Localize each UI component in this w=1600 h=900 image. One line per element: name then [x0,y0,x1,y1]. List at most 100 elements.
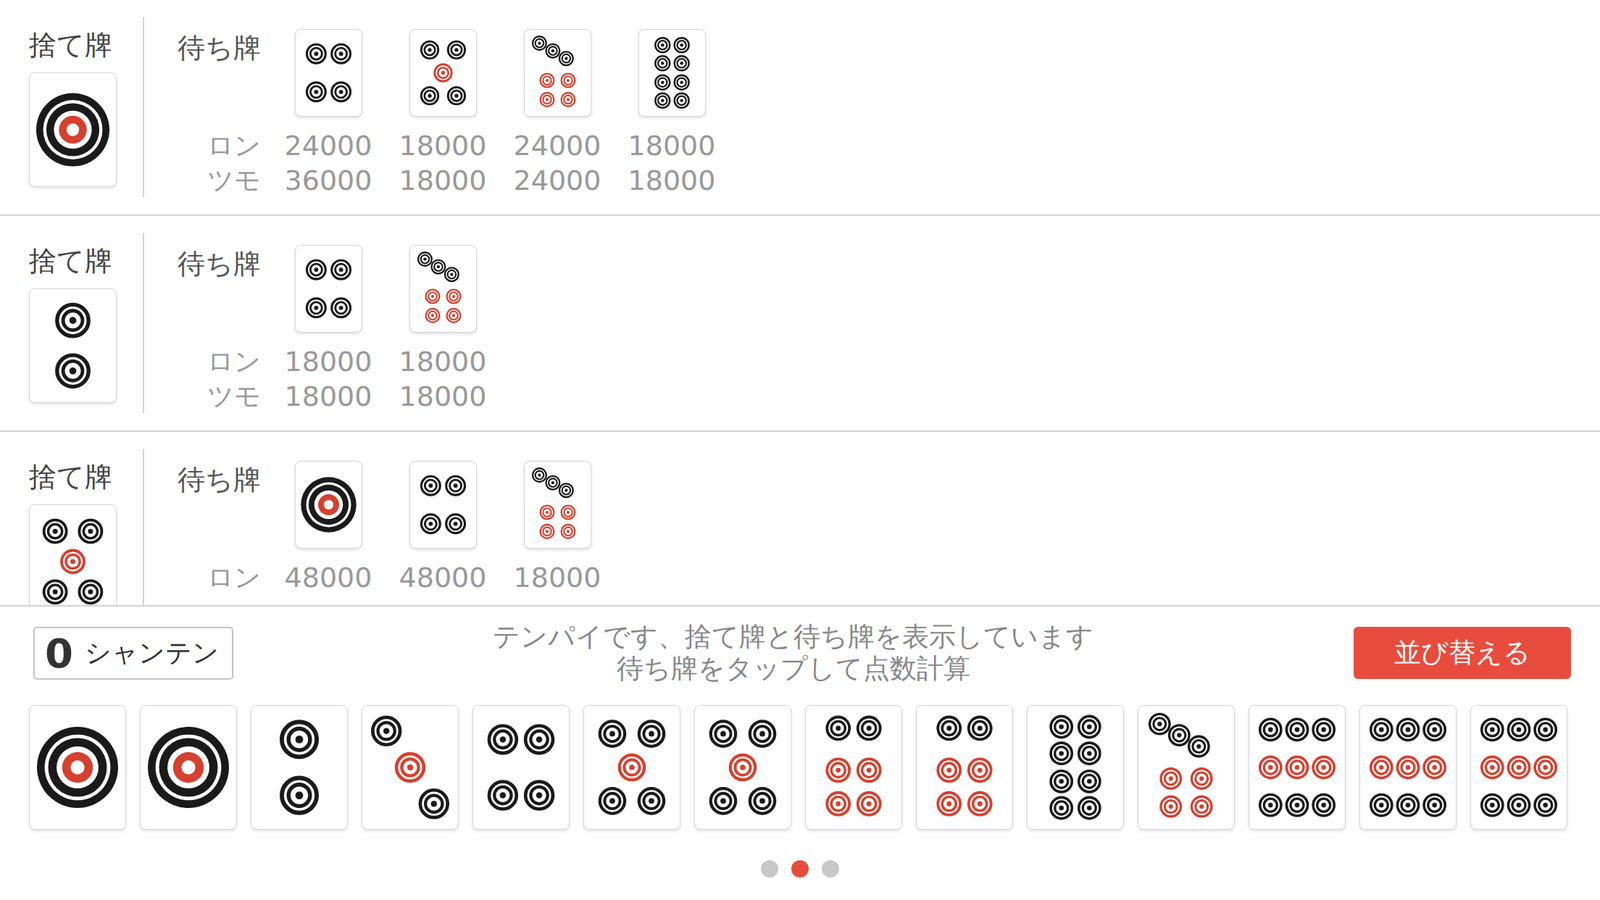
wait-tile[interactable] [409,28,477,117]
pin-tile-icon [585,707,679,828]
ron-score: 18000 [385,128,500,164]
pin-tile-icon [297,31,361,115]
pin-tile-icon [252,707,346,828]
status-message: テンパイです、捨て牌と待ち牌を表示しています待ち牌をタップして点数計算 [233,621,1354,685]
hand-tile[interactable] [1026,705,1124,830]
shanten-count: 0 [44,629,74,677]
hand-tile[interactable] [694,705,792,830]
pin-tile-icon [31,506,115,606]
pin-tile-icon [411,463,475,547]
discard-tile [28,72,117,187]
pin-tile-icon [1139,707,1233,828]
waits-grid: 待ち牌ロン1800018000ツモ1800018000 [144,215,500,431]
pin-tile-icon [31,290,115,401]
ron-label: ロン [166,128,272,164]
pin-tile-icon [411,247,475,331]
hand-panel: 0 シャンテンテンパイです、捨て牌と待ち牌を表示しています待ち牌をタップして点数計… [0,605,1600,900]
wait-tile[interactable] [523,28,592,117]
pin-tile-icon [142,707,235,828]
discard-label: 捨て牌 [28,26,113,64]
discard-option-row: 捨て牌待ち牌ロン24000180002400018000ツモ3600018000… [0,0,1600,216]
wait-cell [271,28,386,129]
hand-tile[interactable] [139,705,237,830]
page-dot[interactable] [791,860,809,878]
pin-tile-icon [696,707,790,828]
pin-tile-icon [297,247,361,331]
waits-label: 待ち牌 [166,460,272,499]
ron-label: ロン [166,344,272,379]
waits-grid: 待ち牌ロン24000180002400018000ツモ3600018000240… [144,0,729,215]
tsumo-score: 18000 [385,163,500,198]
message-line: 待ち牌をタップして点数計算 [233,652,1354,685]
hand-tile[interactable] [472,705,570,830]
pin-tile-icon [363,707,457,828]
wait-cell [385,244,500,345]
discard-column: 捨て牌 [0,431,143,606]
wait-cell [271,460,386,561]
page-dot[interactable] [760,860,779,878]
hand-tile[interactable] [1248,705,1346,830]
hand-tile[interactable] [583,705,681,830]
pin-tile-icon [526,31,590,115]
tsumo-label: ツモ [166,163,272,198]
discard-label: 捨て牌 [28,457,113,496]
pin-tile-icon [918,707,1011,828]
wait-cell [500,460,615,561]
waits-grid: 待ち牌ロン480004800018000 [144,431,615,606]
status-row: 0 シャンテンテンパイです、捨て牌と待ち牌を表示しています待ち牌をタップして点数計… [0,621,1600,685]
discard-tile [28,288,117,403]
hand-tile[interactable] [28,705,127,830]
discard-list[interactable]: 捨て牌待ち牌ロン24000180002400018000ツモ3600018000… [0,0,1600,606]
wait-cell [271,244,386,345]
discard-option-row: 捨て牌待ち牌ロン1800018000ツモ1800018000 [0,215,1600,432]
ron-label: ロン [166,560,272,595]
ron-score: 18000 [271,344,386,379]
wait-cell [614,28,729,129]
hand-tile[interactable] [250,705,348,830]
hand-tile[interactable] [1137,705,1235,830]
discard-column: 捨て牌 [0,0,143,215]
tsumo-score: 24000 [500,163,615,198]
shanten-label: シャンテン [84,635,219,672]
waits-label: 待ち牌 [166,28,272,67]
pin-tile-icon [1361,707,1455,828]
hand-tile[interactable] [805,705,903,830]
pin-tile-icon [640,31,704,115]
shanten-box: 0 シャンテン [33,626,234,680]
ron-score: 24000 [271,128,386,164]
tsumo-score: 36000 [271,163,386,198]
hand-tile[interactable] [1470,705,1568,830]
tsumo-label: ツモ [166,378,272,414]
wait-tile[interactable] [294,28,363,117]
column-divider [142,17,145,198]
page-dot[interactable] [821,860,840,878]
wait-cell [385,28,500,129]
discard-label: 捨て牌 [28,242,113,280]
sort-button[interactable]: 並び替える [1353,626,1572,679]
ron-score: 18000 [614,128,729,164]
pin-tile-icon [297,463,361,547]
discard-column: 捨て牌 [0,215,143,431]
wait-tile[interactable] [294,460,363,549]
pin-tile-icon [31,74,115,185]
wait-tile[interactable] [409,460,477,549]
pin-tile-icon [474,707,568,828]
wait-tile[interactable] [409,244,477,333]
hand-tile[interactable] [1359,705,1457,830]
pin-tile-icon [1472,707,1566,828]
column-divider [142,449,145,606]
ron-score: 18000 [500,560,615,595]
message-line: テンパイです、捨て牌と待ち牌を表示しています [233,621,1354,653]
ron-score: 48000 [271,560,386,595]
discard-tile [28,504,117,606]
tsumo-score: 18000 [271,378,386,414]
hand-tile[interactable] [361,705,459,830]
wait-tile[interactable] [294,244,363,333]
tsumo-score: 18000 [385,378,500,414]
wait-tile[interactable] [638,28,706,117]
wait-tile[interactable] [523,460,592,549]
waits-label: 待ち牌 [166,244,272,283]
ron-score: 48000 [385,560,500,595]
hand-tile[interactable] [915,705,1014,830]
wait-cell [385,460,500,561]
